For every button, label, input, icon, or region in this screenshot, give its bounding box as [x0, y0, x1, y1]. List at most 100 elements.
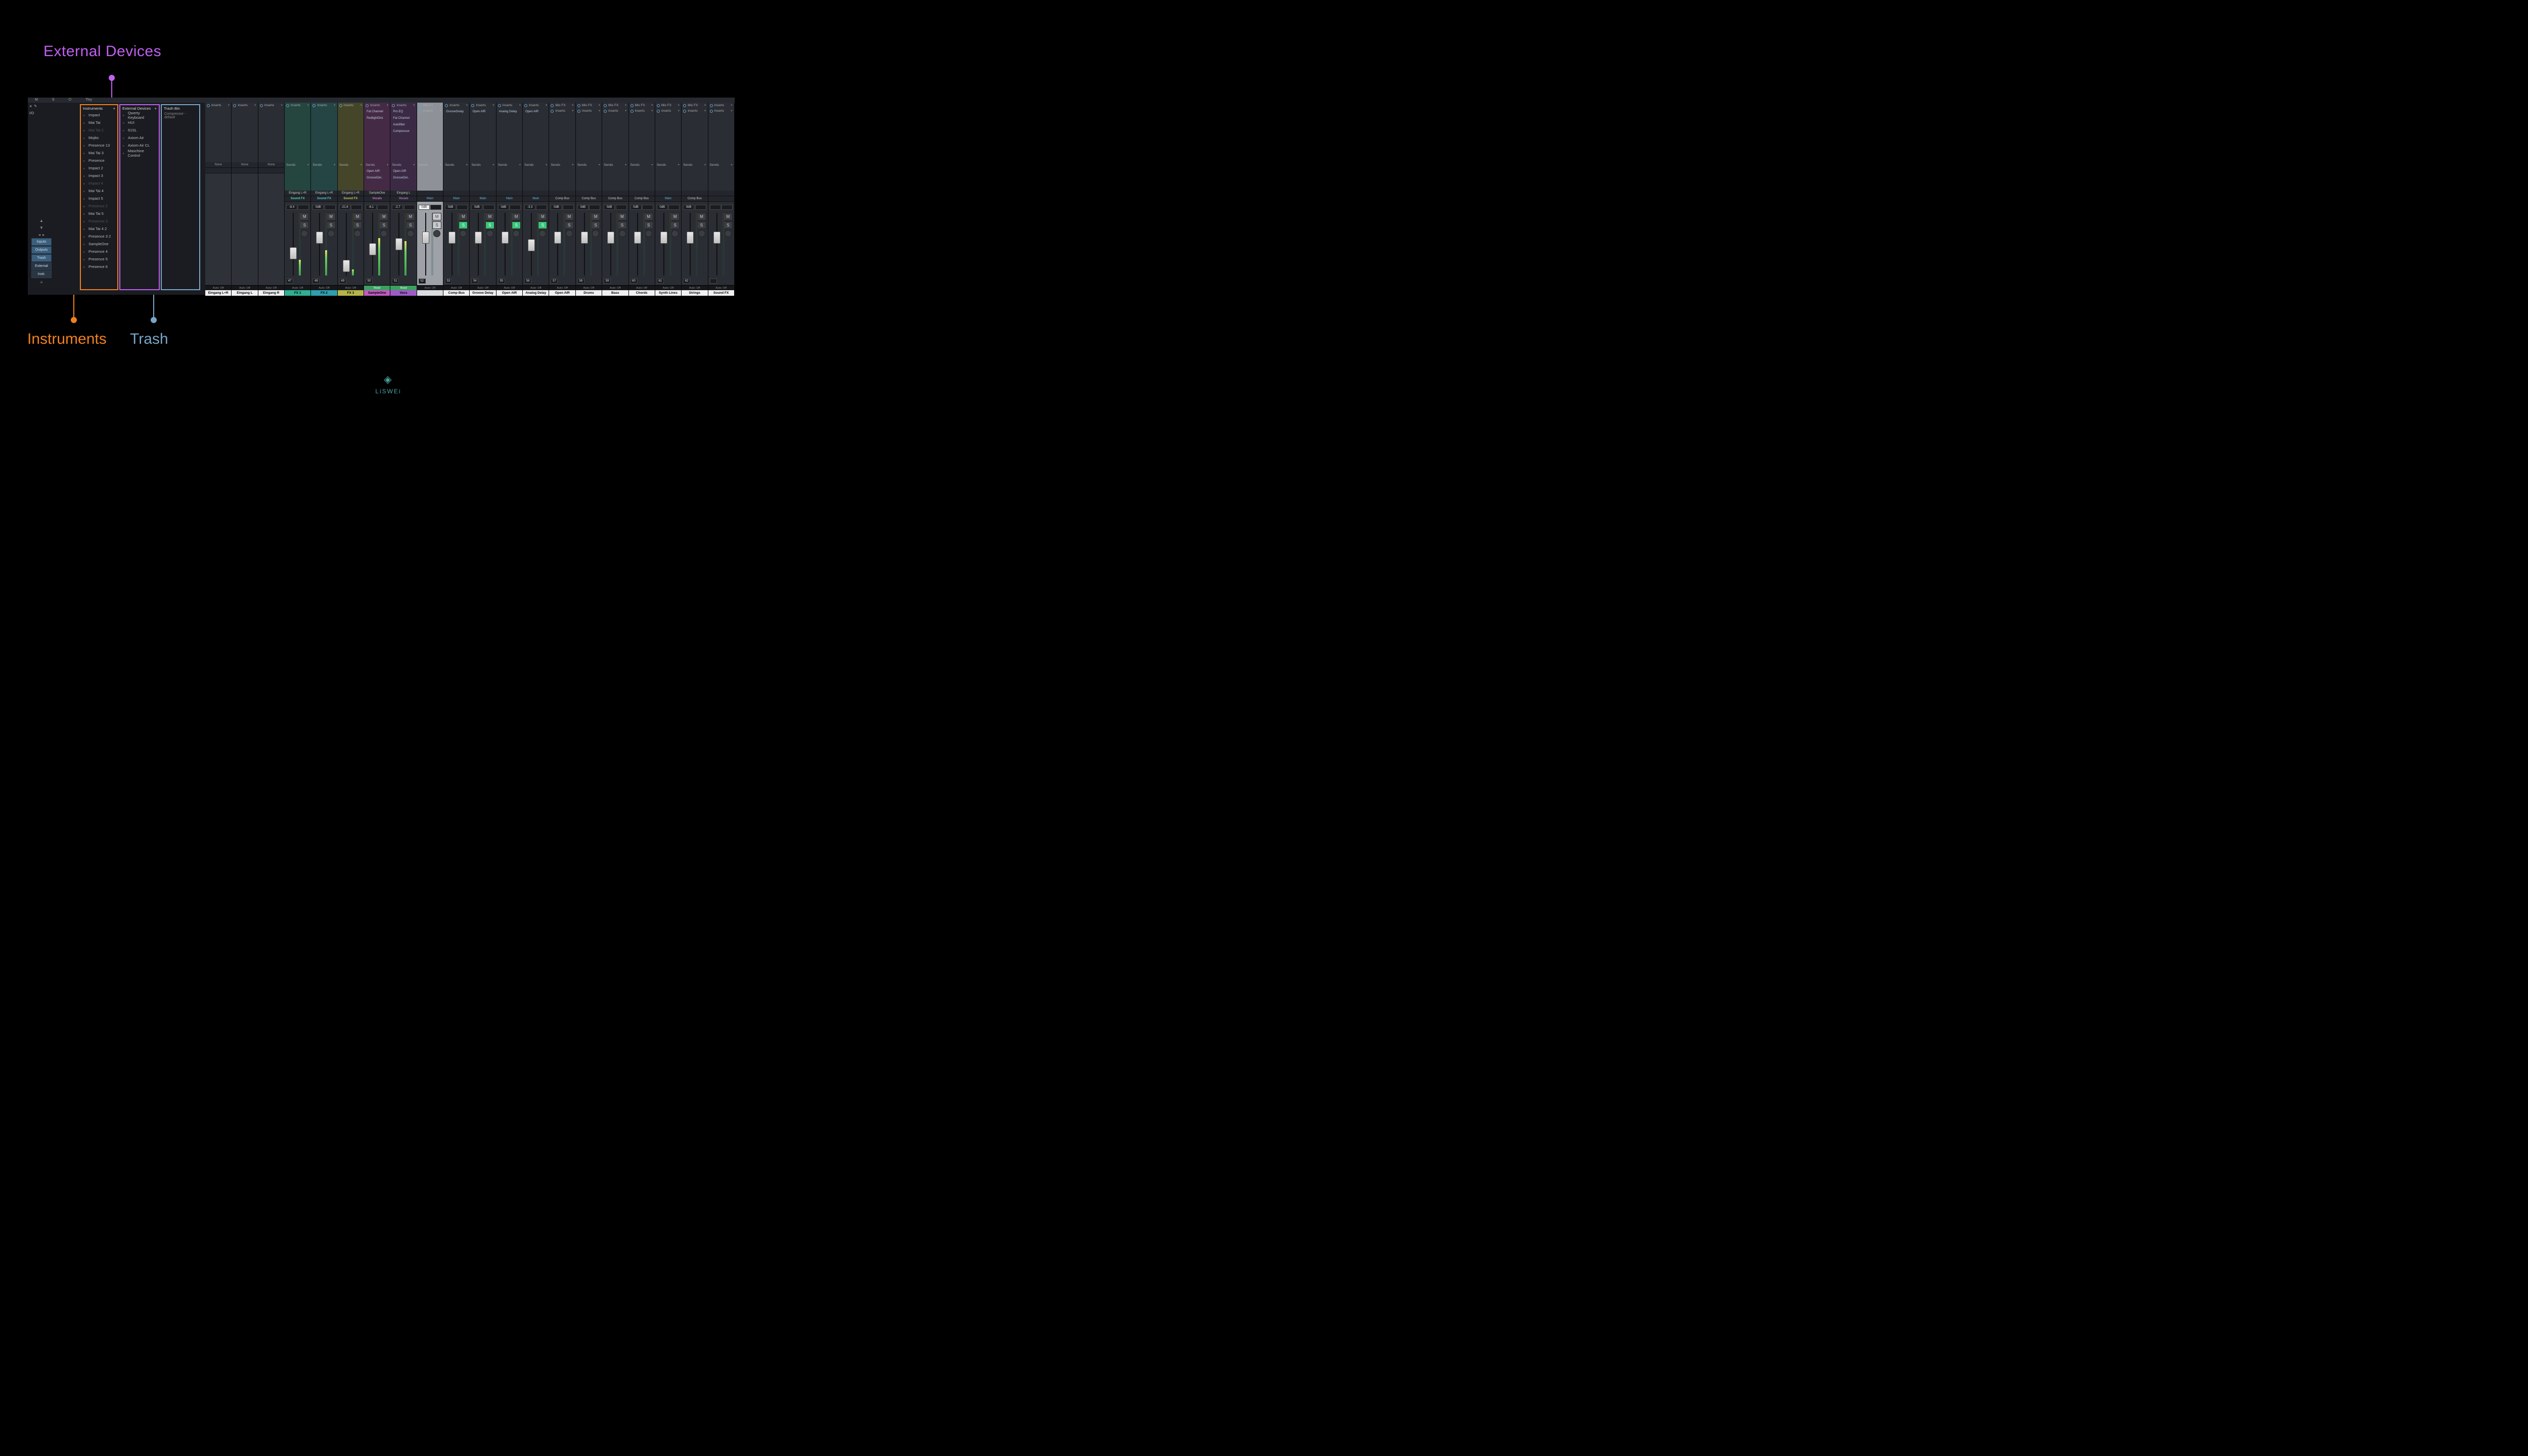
- io-input[interactable]: [576, 191, 602, 196]
- insert-slot[interactable]: Analog Delay: [496, 108, 522, 115]
- add-icon[interactable]: +: [387, 163, 389, 167]
- insert-slot[interactable]: Fat Channel: [390, 115, 416, 121]
- pan-readout[interactable]: [510, 205, 521, 210]
- channel-name[interactable]: Comp Bus: [443, 290, 470, 296]
- gain-readout[interactable]: 0dB: [419, 205, 430, 210]
- add-icon[interactable]: +: [307, 163, 309, 167]
- list-item[interactable]: ▹Maschine Control: [120, 149, 159, 157]
- power-icon[interactable]: [445, 104, 448, 107]
- pan-readout[interactable]: [721, 205, 733, 210]
- send-slot[interactable]: GrooveDel..: [390, 174, 416, 181]
- power-icon[interactable]: [419, 104, 422, 107]
- add-icon[interactable]: +: [678, 163, 680, 167]
- gain-readout[interactable]: 0dB: [604, 205, 615, 210]
- pan-readout[interactable]: [404, 205, 415, 210]
- add-icon[interactable]: +: [598, 109, 600, 113]
- record-arm-button[interactable]: [407, 230, 414, 237]
- volume-fader[interactable]: [475, 213, 482, 276]
- list-item[interactable]: ▹SampleOne: [81, 240, 117, 248]
- mute-button[interactable]: M: [459, 213, 468, 220]
- panel-tab-instr[interactable]: Instr.: [31, 270, 52, 278]
- add-icon[interactable]: +: [360, 163, 362, 167]
- io-output[interactable]: Main: [655, 196, 681, 202]
- add-icon[interactable]: +: [572, 163, 574, 167]
- channel-name[interactable]: Synth Lines: [655, 290, 682, 296]
- volume-fader[interactable]: [581, 213, 588, 276]
- solo-button[interactable]: S: [406, 221, 415, 229]
- add-icon[interactable]: +: [598, 104, 600, 107]
- add-icon[interactable]: +: [334, 163, 336, 167]
- mute-button[interactable]: M: [591, 213, 600, 220]
- record-arm-button[interactable]: [698, 230, 705, 237]
- volume-fader[interactable]: [502, 213, 509, 276]
- mute-button[interactable]: M: [618, 213, 627, 220]
- io-input[interactable]: Eingang L+R: [311, 191, 337, 196]
- volume-fader[interactable]: [316, 213, 323, 276]
- list-item[interactable]: ▹Presence 4: [81, 248, 117, 255]
- list-item[interactable]: ▹Mai Tai: [81, 119, 117, 126]
- list-item[interactable]: ▹Mojito: [81, 134, 117, 142]
- collapse-down-icon[interactable]: ▼: [39, 225, 43, 230]
- solo-button[interactable]: S: [300, 221, 309, 229]
- panel-tab-inputs[interactable]: Inputs: [31, 238, 52, 246]
- add-icon[interactable]: +: [413, 163, 415, 167]
- io-routing[interactable]: Eingang LVocals: [390, 191, 416, 202]
- io-routing[interactable]: Comp Bus: [682, 191, 707, 202]
- io-output[interactable]: Main: [496, 196, 522, 202]
- add-icon[interactable]: +: [492, 163, 494, 167]
- list-item[interactable]: ▹Impact 5: [81, 195, 117, 202]
- io-output[interactable]: Vocals: [390, 196, 416, 202]
- record-arm-button[interactable]: [328, 230, 335, 237]
- io-output[interactable]: Sound FX: [311, 196, 337, 202]
- trash-item[interactable]: Compressor - default: [162, 111, 199, 120]
- add-icon[interactable]: +: [307, 104, 309, 107]
- add-icon[interactable]: +: [546, 163, 548, 167]
- add-icon[interactable]: +: [439, 163, 441, 167]
- gain-readout[interactable]: [710, 205, 721, 210]
- add-icon[interactable]: +: [155, 106, 157, 111]
- add-icon[interactable]: +: [678, 109, 680, 113]
- list-item[interactable]: ▹Mai Tai 5: [81, 210, 117, 217]
- solo-button[interactable]: S: [618, 221, 627, 229]
- io-input[interactable]: [470, 191, 495, 196]
- insert-slot[interactable]: GrooveDelay: [443, 108, 469, 115]
- io-routing[interactable]: Comp Bus: [549, 191, 575, 202]
- solo-button[interactable]: S: [644, 221, 653, 229]
- list-item[interactable]: ▹Impact 2: [81, 164, 117, 172]
- volume-fader[interactable]: [422, 213, 429, 276]
- io-routing[interactable]: Main: [470, 191, 495, 202]
- solo-button[interactable]: S: [697, 221, 706, 229]
- add-icon[interactable]: +: [334, 104, 336, 107]
- mute-button[interactable]: M: [697, 213, 706, 220]
- gain-readout[interactable]: 0dB: [498, 205, 509, 210]
- solo-button[interactable]: S: [591, 221, 600, 229]
- pan-readout[interactable]: [589, 205, 600, 210]
- io-input[interactable]: None: [258, 162, 284, 168]
- power-icon[interactable]: [710, 110, 713, 113]
- add-icon[interactable]: +: [704, 163, 706, 167]
- channel-name[interactable]: [417, 290, 443, 296]
- io-input[interactable]: None: [205, 162, 231, 168]
- add-icon[interactable]: +: [519, 163, 521, 167]
- pan-readout[interactable]: [377, 205, 388, 210]
- io-routing[interactable]: None: [258, 162, 284, 173]
- io-input[interactable]: [655, 191, 681, 196]
- list-item[interactable]: ▹Mai Tai 2: [81, 126, 117, 134]
- channel-name[interactable]: Sound FX: [708, 290, 735, 296]
- solo-button[interactable]: S: [670, 221, 680, 229]
- gain-readout[interactable]: -8.4: [286, 205, 297, 210]
- add-icon[interactable]: +: [651, 104, 653, 107]
- power-icon[interactable]: [577, 110, 580, 113]
- volume-fader[interactable]: [369, 213, 376, 276]
- add-icon[interactable]: +: [387, 104, 389, 107]
- panel-tab-outputs[interactable]: Outputs: [31, 246, 52, 254]
- power-icon[interactable]: [339, 104, 342, 107]
- record-arm-button[interactable]: [380, 230, 387, 237]
- io-routing[interactable]: Eingang L+RSound FX: [338, 191, 364, 202]
- list-item[interactable]: ▹Impact 3: [81, 172, 117, 179]
- nav-prev-icon[interactable]: ◂: [38, 233, 40, 237]
- power-icon[interactable]: [577, 104, 580, 107]
- tool-icon[interactable]: ✎: [34, 104, 37, 108]
- gain-readout[interactable]: 0dB: [630, 205, 642, 210]
- gain-readout[interactable]: 0dB: [471, 205, 482, 210]
